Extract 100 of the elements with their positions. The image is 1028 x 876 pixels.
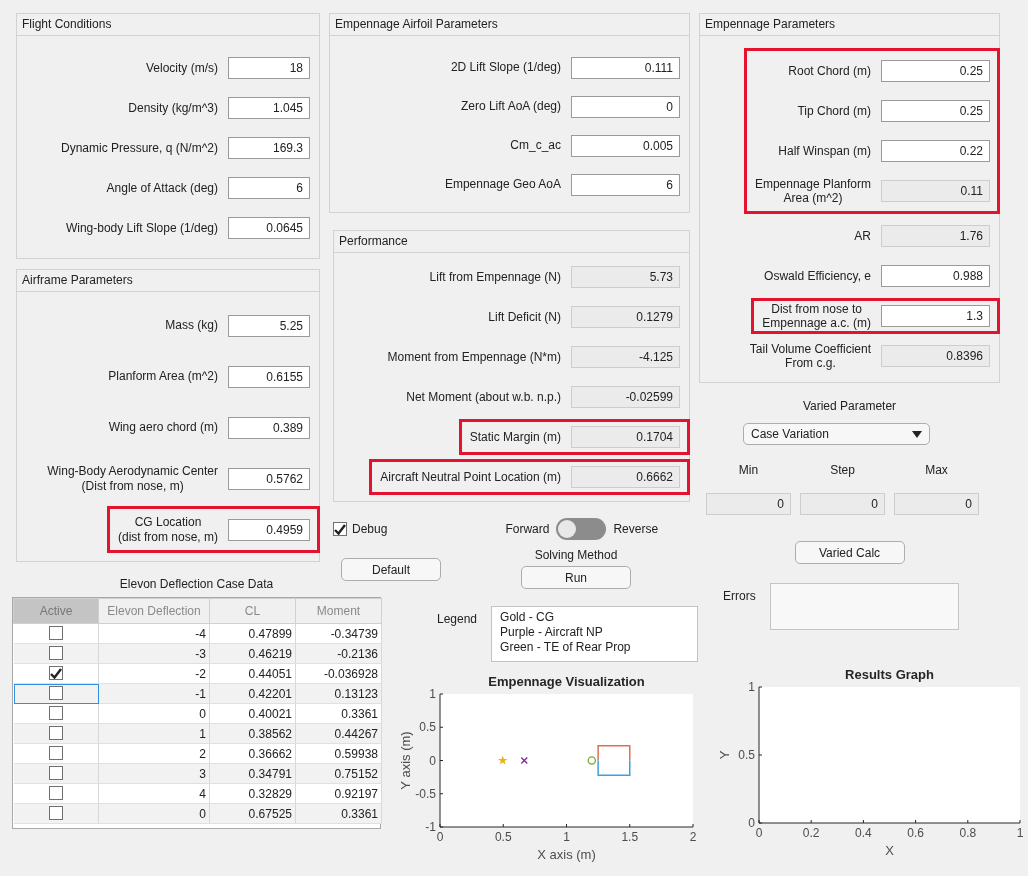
number-field[interactable]: 0.5762 <box>228 467 310 490</box>
output-field[interactable]: 0.6662 <box>571 466 680 488</box>
tick-label: 1 <box>429 687 436 701</box>
table-title: Elevon Deflection Case Data <box>119 577 274 591</box>
field-label: Aircraft Neutral Point Location (m) <box>380 469 561 485</box>
panel-title: Empennage Parameters <box>700 14 999 36</box>
checkbox[interactable] <box>48 725 63 740</box>
field-label: Tip Chord (m) <box>797 103 871 119</box>
star-marker <box>498 755 508 765</box>
number-field[interactable]: 0.22 <box>881 140 990 162</box>
panel-title: Airframe Parameters <box>17 270 319 292</box>
field-label: Mass (kg) <box>165 318 218 333</box>
field-label: Root Chord (m) <box>788 63 871 79</box>
output-field[interactable]: -4.125 <box>571 346 680 368</box>
legend-entry: Gold - CG <box>500 610 556 625</box>
number-field[interactable]: 0.6155 <box>228 365 310 388</box>
checkbox-label: Debug <box>352 522 388 536</box>
table-cell[interactable] <box>13 643 99 664</box>
checkbox[interactable] <box>48 666 63 681</box>
errors-label: Errors <box>723 589 756 603</box>
table-cell[interactable] <box>13 723 99 744</box>
field-label: Step <box>830 463 855 477</box>
number-field[interactable]: 0 <box>571 95 680 118</box>
tick-label: 0.2 <box>802 826 820 840</box>
tick-label: 1 <box>1016 826 1024 840</box>
run-button[interactable]: Run <box>521 566 631 589</box>
field-label: Wing aero chord (m) <box>108 420 218 435</box>
field-label: Net Moment (about w.b. n.p.) <box>406 389 561 405</box>
number-field[interactable]: 0.25 <box>881 60 990 82</box>
table-cell[interactable] <box>13 743 99 764</box>
number-field[interactable]: 0 <box>706 493 791 515</box>
default-button[interactable]: Default <box>341 558 441 581</box>
axis-label: Y <box>719 750 732 760</box>
table-cell[interactable] <box>13 703 99 724</box>
number-field[interactable]: 5.25 <box>228 314 310 337</box>
axis-label: X axis (m) <box>537 847 596 862</box>
number-field[interactable]: 1.045 <box>228 97 310 119</box>
field-label: Lift from Empennage (N) <box>429 269 561 285</box>
checkbox[interactable] <box>48 705 63 720</box>
number-field[interactable]: 0.111 <box>571 56 680 79</box>
output-field[interactable]: 0.11 <box>881 180 990 202</box>
output-field[interactable]: 5.73 <box>571 266 680 288</box>
table-cell[interactable] <box>13 683 99 704</box>
checkbox[interactable] <box>48 805 63 820</box>
output-field[interactable]: 0.1279 <box>571 306 680 328</box>
field-label: Max <box>925 463 948 477</box>
number-field[interactable]: 0.988 <box>881 265 990 287</box>
number-field[interactable]: 6 <box>571 173 680 196</box>
field-label: Dist from nose to Empennage a.c. (m) <box>762 301 871 331</box>
table-cell[interactable] <box>13 803 99 824</box>
table-cell[interactable] <box>13 663 99 684</box>
output-field[interactable]: 0.8396 <box>881 345 990 367</box>
checkbox[interactable] <box>48 625 63 640</box>
number-field[interactable]: 1.3 <box>881 305 990 327</box>
table-cell[interactable] <box>13 763 99 784</box>
checkbox[interactable] <box>48 745 63 760</box>
number-field[interactable]: 0.0645 <box>228 217 310 239</box>
field-label: Planform Area (m^2) <box>108 369 218 384</box>
field-label: Dynamic Pressure, q (N/m^2) <box>61 140 218 156</box>
output-field[interactable]: 1.76 <box>881 225 990 247</box>
tick-label: 0.5 <box>494 830 512 844</box>
section-label: Varied Parameter <box>802 399 897 413</box>
number-field[interactable]: 0.4959 <box>228 518 310 541</box>
field-label: 2D Lift Slope (1/deg) <box>450 60 561 75</box>
field-label: Wing-body Lift Slope (1/deg) <box>65 220 218 236</box>
tick-label: 0 <box>755 826 763 840</box>
circle-marker <box>587 756 597 765</box>
table-cell[interactable] <box>13 783 99 804</box>
field-label: Tail Volume Coefficient From c.g. <box>749 341 871 371</box>
number-field[interactable]: 18 <box>228 57 310 79</box>
field-label: Lift Deficit (N) <box>488 309 561 325</box>
tick-label: 0.5 <box>738 748 755 762</box>
field-label: Moment from Empennage (N*m) <box>387 349 561 365</box>
dropdown[interactable]: Case Variation <box>743 423 930 445</box>
number-field[interactable]: 6 <box>228 177 310 199</box>
output-field[interactable]: -0.02599 <box>571 386 680 408</box>
checkbox[interactable] <box>48 645 63 660</box>
field-label: Static Margin (m) <box>469 429 561 445</box>
varied-calc-button[interactable]: Varied Calc <box>794 541 905 564</box>
number-field[interactable]: 0.389 <box>228 416 310 439</box>
number-field[interactable]: 0 <box>800 493 885 515</box>
number-field[interactable]: 0.005 <box>571 134 680 157</box>
field-label: Empennage Planform Area (m^2) <box>754 176 871 206</box>
checkbox[interactable] <box>48 685 63 700</box>
checkbox[interactable] <box>333 522 347 536</box>
field-label: CG Location (dist from nose, m) <box>117 515 218 544</box>
tick-label: 1 <box>748 680 755 694</box>
number-field[interactable]: 0 <box>894 493 979 515</box>
section-label: Solving Method <box>534 548 618 562</box>
number-field[interactable]: 0.25 <box>881 100 990 122</box>
table-cell[interactable] <box>13 623 99 644</box>
tick-label: 0.6 <box>907 826 924 840</box>
checkbox[interactable] <box>48 765 63 780</box>
field-label: Min <box>738 463 759 477</box>
switch-label: Forward <box>505 522 550 536</box>
toggle-switch[interactable] <box>556 518 607 540</box>
output-field[interactable]: 0.1704 <box>571 426 680 448</box>
checkbox[interactable] <box>48 785 63 800</box>
legend-entry: Purple - Aircraft NP <box>500 625 604 640</box>
number-field[interactable]: 169.3 <box>228 137 310 159</box>
